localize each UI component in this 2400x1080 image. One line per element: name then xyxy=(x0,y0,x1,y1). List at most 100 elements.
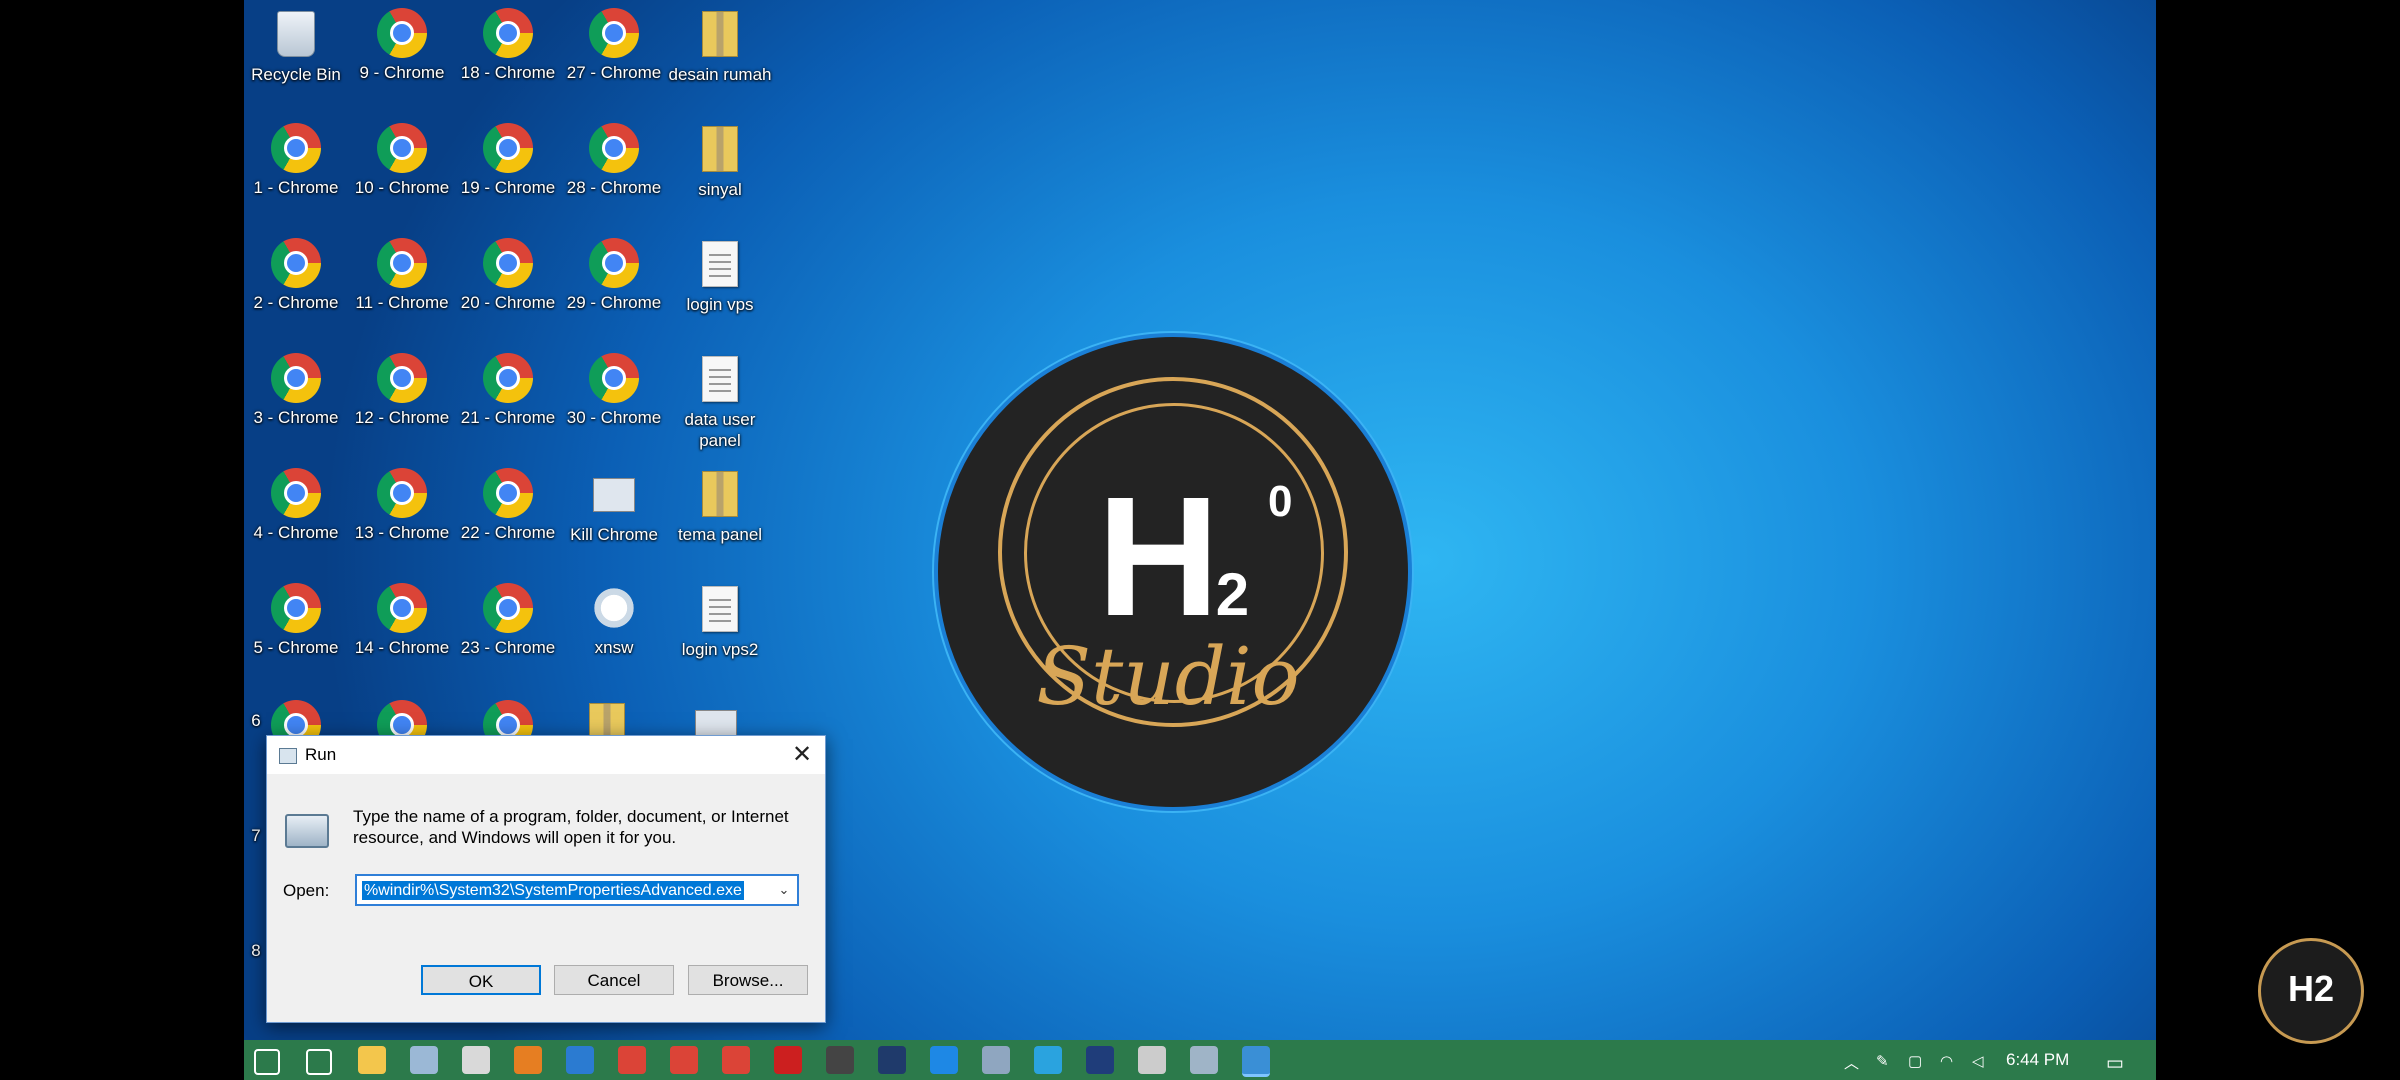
chrome-icon xyxy=(483,353,533,403)
desktop-icon-2-chrome[interactable]: 2 - Chrome xyxy=(244,238,348,313)
search-icon[interactable] xyxy=(306,1049,332,1075)
chrome-icon xyxy=(483,583,533,633)
pen-icon[interactable]: ✎ xyxy=(1876,1052,1889,1070)
chevron-down-icon[interactable]: ⌄ xyxy=(775,880,793,900)
app-icon[interactable] xyxy=(462,1046,490,1074)
zip-icon xyxy=(702,11,738,57)
notification-icon[interactable]: ▭ xyxy=(2106,1052,2124,1075)
open-input-value[interactable]: %windir%\System32\SystemPropertiesAdvanc… xyxy=(362,881,744,900)
desktop-icon-1-chrome[interactable]: 1 - Chrome xyxy=(244,123,348,198)
watermark-logo: H2 xyxy=(2258,938,2364,1044)
desktop-icon-9-chrome[interactable]: 9 - Chrome xyxy=(350,8,454,83)
app-icon[interactable] xyxy=(514,1046,542,1074)
desktop-icon-label: 30 - Chrome xyxy=(566,408,662,427)
desktop-icon-19-chrome[interactable]: 19 - Chrome xyxy=(456,123,560,198)
app-icon[interactable] xyxy=(1138,1046,1166,1074)
run-titlebar[interactable]: Run ✕ xyxy=(267,736,825,774)
desktop-icon-login-vps2[interactable]: login vps2 xyxy=(668,583,772,660)
chrome-icon xyxy=(377,583,427,633)
desktop-icon-10-chrome[interactable]: 10 - Chrome xyxy=(350,123,454,198)
desktop-icon-label: 5 - Chrome xyxy=(253,638,339,657)
photoshop-icon[interactable] xyxy=(878,1046,906,1074)
chevron-up-icon[interactable]: ︿ xyxy=(1844,1052,1859,1073)
run-dialog: Run ✕ Type the name of a program, folder… xyxy=(266,735,826,1023)
desktop-icon-27-chrome[interactable]: 27 - Chrome xyxy=(562,8,666,83)
desktop-icon-tema-panel[interactable]: tema panel xyxy=(668,468,772,545)
desktop-icon-5-chrome[interactable]: 5 - Chrome xyxy=(244,583,348,658)
desktop-icon-30-chrome[interactable]: 30 - Chrome xyxy=(562,353,666,428)
desktop-icon-login-vps[interactable]: login vps xyxy=(668,238,772,315)
desktop: Recycle Bin 9 - Chrome 18 - Chrome 27 - Chr… xyxy=(244,0,2156,1080)
desktop-icon-label: 13 - Chrome xyxy=(354,523,450,542)
desktop-icon-kill-chrome[interactable]: Kill Chrome xyxy=(562,468,666,545)
desktop-icon-29-chrome[interactable]: 29 - Chrome xyxy=(562,238,666,313)
desktop-icon-3-chrome[interactable]: 3 - Chrome xyxy=(244,353,348,428)
desktop-icon-12-chrome[interactable]: 12 - Chrome xyxy=(350,353,454,428)
desktop-icon-label: 3 - Chrome xyxy=(253,408,339,427)
run-icon[interactable] xyxy=(1242,1046,1270,1077)
cancel-button[interactable]: Cancel xyxy=(554,965,674,995)
chrome-icon xyxy=(271,238,321,288)
desktop-icon-label: 29 - Chrome xyxy=(566,293,662,312)
telegram-icon[interactable] xyxy=(1034,1046,1062,1074)
file-icon xyxy=(702,356,738,402)
start-icon[interactable] xyxy=(254,1049,280,1075)
chrome-icon xyxy=(377,8,427,58)
run-button-bar: OK Cancel Browse... xyxy=(267,932,825,1022)
meet-icon[interactable]: ▢ xyxy=(1908,1052,1922,1070)
desktop-icon-label: 10 - Chrome xyxy=(354,178,450,197)
run-program-icon xyxy=(285,814,329,848)
record-icon[interactable] xyxy=(774,1046,802,1074)
chrome-icon[interactable] xyxy=(618,1046,646,1074)
desktop-icon-11-chrome[interactable]: 11 - Chrome xyxy=(350,238,454,313)
desktop-icon-21-chrome[interactable]: 21 - Chrome xyxy=(456,353,560,428)
desktop-icon-18-chrome[interactable]: 18 - Chrome xyxy=(456,8,560,83)
chrome-icon xyxy=(589,353,639,403)
gears-icon xyxy=(593,478,635,512)
desktop-icon-28-chrome[interactable]: 28 - Chrome xyxy=(562,123,666,198)
desktop-icon-14-chrome[interactable]: 14 - Chrome xyxy=(350,583,454,658)
clock[interactable]: 6:44 PM xyxy=(2006,1050,2069,1070)
browse-button[interactable]: Browse... xyxy=(688,965,808,995)
app-icon[interactable] xyxy=(982,1046,1010,1074)
chrome-icon[interactable] xyxy=(722,1046,750,1074)
chrome-icon[interactable] xyxy=(670,1046,698,1074)
desktop-icon-partial[interactable]: 6 xyxy=(244,710,268,731)
wifi-icon[interactable]: ◠ xyxy=(1940,1052,1953,1070)
desktop-icon-desain-rumah[interactable]: desain rumah xyxy=(668,8,772,85)
chrome-icon xyxy=(483,8,533,58)
app-icon[interactable] xyxy=(410,1046,438,1074)
wallpaper-logo: H2 0 Studio xyxy=(934,333,1412,811)
desktop-icon-partial[interactable]: 8 xyxy=(244,940,268,961)
desktop-icon-label: 27 - Chrome xyxy=(566,63,662,82)
desktop-icon-sinyal[interactable]: sinyal xyxy=(668,123,772,200)
desktop-icon-label: data user panel xyxy=(684,410,756,450)
logo-script: Studio xyxy=(1036,630,1300,723)
teamviewer-icon[interactable] xyxy=(930,1046,958,1074)
desktop-icon-13-chrome[interactable]: 13 - Chrome xyxy=(350,468,454,543)
desktop-icon-partial[interactable]: 7 xyxy=(244,825,268,846)
open-input[interactable]: %windir%\System32\SystemPropertiesAdvanc… xyxy=(355,874,799,906)
desktop-icon-22-chrome[interactable]: 22 - Chrome xyxy=(456,468,560,543)
desktop-icon-4-chrome[interactable]: 4 - Chrome xyxy=(244,468,348,543)
taskbar: ︿ ✎ ▢ ◠ ◁ 6:44 PM ▭ xyxy=(244,1040,2156,1080)
desktop-icon-20-chrome[interactable]: 20 - Chrome xyxy=(456,238,560,313)
desktop-icon-recycle-bin[interactable]: Recycle Bin xyxy=(244,8,348,85)
close-icon[interactable]: ✕ xyxy=(779,736,825,774)
desktop-icon-label: 1 - Chrome xyxy=(253,178,339,197)
app-icon[interactable] xyxy=(1190,1046,1218,1074)
file-explorer-icon[interactable] xyxy=(358,1046,386,1074)
powershell-icon[interactable] xyxy=(1086,1046,1114,1074)
chrome-icon xyxy=(589,123,639,173)
desktop-icon-label: 14 - Chrome xyxy=(354,638,450,657)
vscode-icon[interactable] xyxy=(566,1046,594,1074)
ok-button[interactable]: OK xyxy=(421,965,541,995)
volume-icon[interactable]: ◁ xyxy=(1972,1052,1984,1070)
desktop-icon-xnsw[interactable]: xnsw xyxy=(562,583,666,658)
chrome-icon xyxy=(271,468,321,518)
chrome-icon xyxy=(377,238,427,288)
app-icon[interactable] xyxy=(826,1046,854,1074)
logo-superscript: 0 xyxy=(1268,477,1293,526)
desktop-icon-23-chrome[interactable]: 23 - Chrome xyxy=(456,583,560,658)
desktop-icon-data-user-panel[interactable]: data user panel xyxy=(668,353,772,451)
